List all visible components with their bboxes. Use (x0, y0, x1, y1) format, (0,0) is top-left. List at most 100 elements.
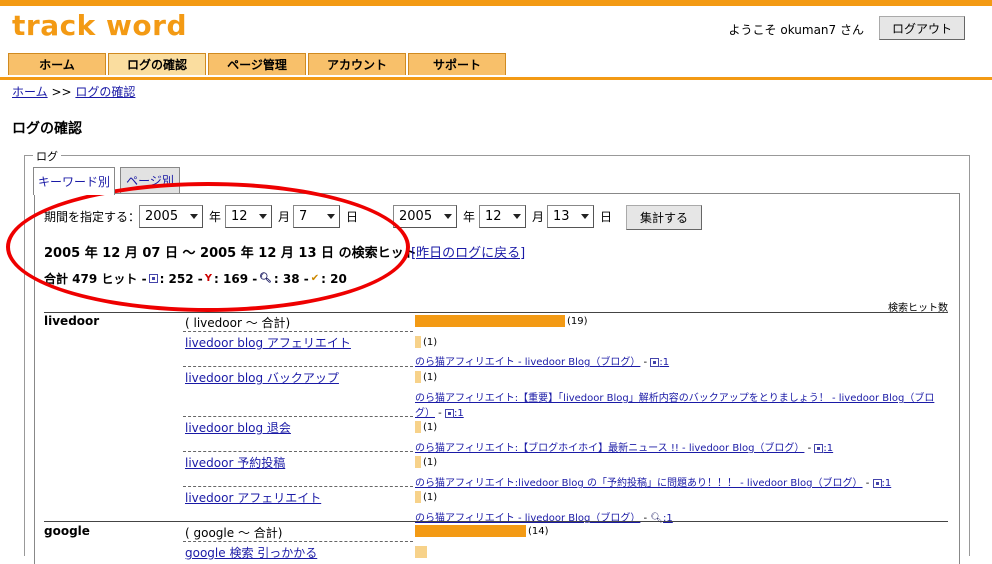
google-icon (872, 478, 882, 488)
source-line: のら猫アフィリエイト - livedoor Blog（ブログ） - :1 (415, 357, 670, 368)
breadcrumb-home[interactable]: ホーム (12, 85, 48, 99)
source-link[interactable]: のら猫アフィリエイト - livedoor Blog（ブログ） (415, 513, 640, 524)
subtab-page[interactable]: ページ別 (120, 167, 180, 193)
totals-prefix: 合計 479 ヒット - (44, 272, 147, 286)
kw-google-partial[interactable]: google 検索 引っかかる (185, 544, 317, 561)
source-link[interactable]: のら猫アフィリエイト:【ブログホイホイ】最新ニュース !! - livedoor… (415, 443, 804, 454)
row-divider (183, 416, 413, 417)
subtab-keyword[interactable]: キーワード別 (33, 167, 115, 195)
bar-kw-4 (415, 491, 421, 503)
breadcrumb-sep: >> (51, 85, 72, 99)
unit-day: 日 (600, 210, 613, 224)
source-link-cont[interactable]: グ） (415, 408, 435, 419)
bar-google-total (415, 525, 526, 537)
period-label: 期間を指定する： (44, 210, 141, 224)
section-rule (44, 521, 948, 522)
bar-kw-3 (415, 456, 421, 468)
tab-page-manage[interactable]: ページ管理 (208, 53, 306, 75)
source-line: のら猫アフィリエイト:livedoor Blog の「予約投稿」に問題あり！！！… (415, 478, 892, 489)
chevron-down-icon (444, 214, 452, 219)
unit-day: 日 (346, 210, 359, 224)
unit-year: 年 (463, 210, 476, 224)
breadcrumb-current[interactable]: ログの確認 (75, 85, 135, 99)
to-month-value: 12 (485, 209, 502, 224)
welcome-text: ようこそ okuman7 さん (728, 23, 864, 37)
unit-month: 月 (278, 210, 291, 224)
from-year-value: 2005 (145, 209, 179, 224)
kw-count: (1) (423, 337, 438, 348)
logout-button[interactable]: ログアウト (879, 16, 965, 40)
google-total-count: (14) (528, 526, 549, 537)
tab-support[interactable]: サポート (408, 53, 506, 75)
row-divider (183, 451, 413, 452)
source-hit-link[interactable]: :1 (882, 478, 892, 489)
source-link[interactable]: のら猫アフィリエイト - livedoor Blog（ブログ） (415, 357, 640, 368)
kw-livedoor-affiliate[interactable]: livedoor アフェリエイト (185, 489, 321, 506)
from-day-select[interactable]: 7 (293, 205, 340, 228)
from-month-select[interactable]: 12 (225, 205, 272, 228)
source-link[interactable]: のら猫アフィリエイト:livedoor Blog の「予約投稿」に問題あり！！！… (415, 478, 863, 489)
source-hit-link[interactable]: :1 (454, 408, 464, 419)
tab-log-check[interactable]: ログの確認 (108, 53, 206, 75)
yahoo-icon: Y (204, 273, 213, 284)
bar-kw-1 (415, 371, 421, 383)
search-icon: 🔍︎ (259, 273, 272, 284)
to-day-value: 13 (553, 209, 570, 224)
totals-google: : 252 - (159, 271, 203, 286)
google-icon (650, 357, 660, 367)
row-divider (183, 366, 413, 367)
kw-livedoor-scheduled-post[interactable]: livedoor 予約投稿 (185, 454, 285, 471)
to-year-select[interactable]: 2005 (393, 205, 457, 228)
livedoor-total-label: ( livedoor ～ 合計) (185, 316, 291, 330)
from-year-select[interactable]: 2005 (139, 205, 203, 228)
google-icon (814, 443, 824, 453)
row-divider (183, 541, 413, 542)
main-nav: ホーム ログの確認 ページ管理 アカウント サポート (0, 50, 992, 80)
source-hit-link[interactable]: :1 (823, 443, 833, 454)
source-link[interactable]: のら猫アフィリエイト:【重要】「livedoor Blog」解析内容のバックアッ… (415, 393, 934, 404)
chevron-down-icon (190, 214, 198, 219)
unit-month: 月 (532, 210, 545, 224)
to-day-select[interactable]: 13 (547, 205, 594, 228)
source-hit-link[interactable]: :1 (663, 513, 673, 524)
header: track word ようこそ okuman7 さん ログアウト (0, 6, 992, 44)
yesterday-log-link[interactable]: [昨日のログに戻る] (411, 242, 525, 261)
tab-home[interactable]: ホーム (8, 53, 106, 75)
date-range-heading: 2005 年 12 月 07 日 ～ 2005 年 12 月 13 日 の検索ヒ… (44, 246, 417, 261)
totals-yahoo: : 169 - (214, 271, 258, 286)
source-line: グ） - :1 (415, 408, 464, 419)
to-year-value: 2005 (399, 209, 433, 224)
page-title: ログの確認 (12, 121, 82, 137)
to-month-select[interactable]: 12 (479, 205, 526, 228)
source-line: のら猫アフィリエイト:【重要】「livedoor Blog」解析内容のバックアッ… (415, 389, 934, 404)
kw-count: (1) (423, 422, 438, 433)
kw-count: (1) (423, 372, 438, 383)
breadcrumb: ホーム >> ログの確認 (12, 83, 135, 100)
google-total-label: ( google ～ 合計) (185, 526, 283, 540)
source-hit-link[interactable]: :1 (659, 357, 669, 368)
row-divider (183, 486, 413, 487)
kw-livedoor-blog-affiliate[interactable]: livedoor blog アフェリエイト (185, 334, 351, 351)
msn-icon: ✔ (310, 273, 320, 284)
logo: track word (12, 9, 188, 42)
bar-kw-2 (415, 421, 421, 433)
kw-livedoor-blog-withdraw[interactable]: livedoor blog 退会 (185, 419, 291, 436)
google-icon (148, 274, 158, 283)
chevron-down-icon (513, 214, 521, 219)
tab-account[interactable]: アカウント (308, 53, 406, 75)
row-divider (183, 331, 413, 332)
bar-livedoor-total (415, 315, 565, 327)
unit-year: 年 (209, 210, 222, 224)
kw-count: (1) (423, 492, 438, 503)
chevron-down-icon (259, 214, 267, 219)
engine-livedoor: livedoor (44, 314, 100, 328)
chevron-down-icon (327, 214, 335, 219)
table-top-rule (44, 312, 948, 313)
source-line: のら猫アフィリエイト:【ブログホイホイ】最新ニュース !! - livedoor… (415, 443, 834, 454)
bar-google-kw-0 (415, 546, 427, 558)
kw-livedoor-blog-backup[interactable]: livedoor blog バックアップ (185, 369, 339, 386)
google-icon (444, 408, 454, 418)
aggregate-button[interactable]: 集計する (626, 205, 702, 230)
from-day-value: 7 (299, 209, 308, 224)
from-month-value: 12 (231, 209, 248, 224)
